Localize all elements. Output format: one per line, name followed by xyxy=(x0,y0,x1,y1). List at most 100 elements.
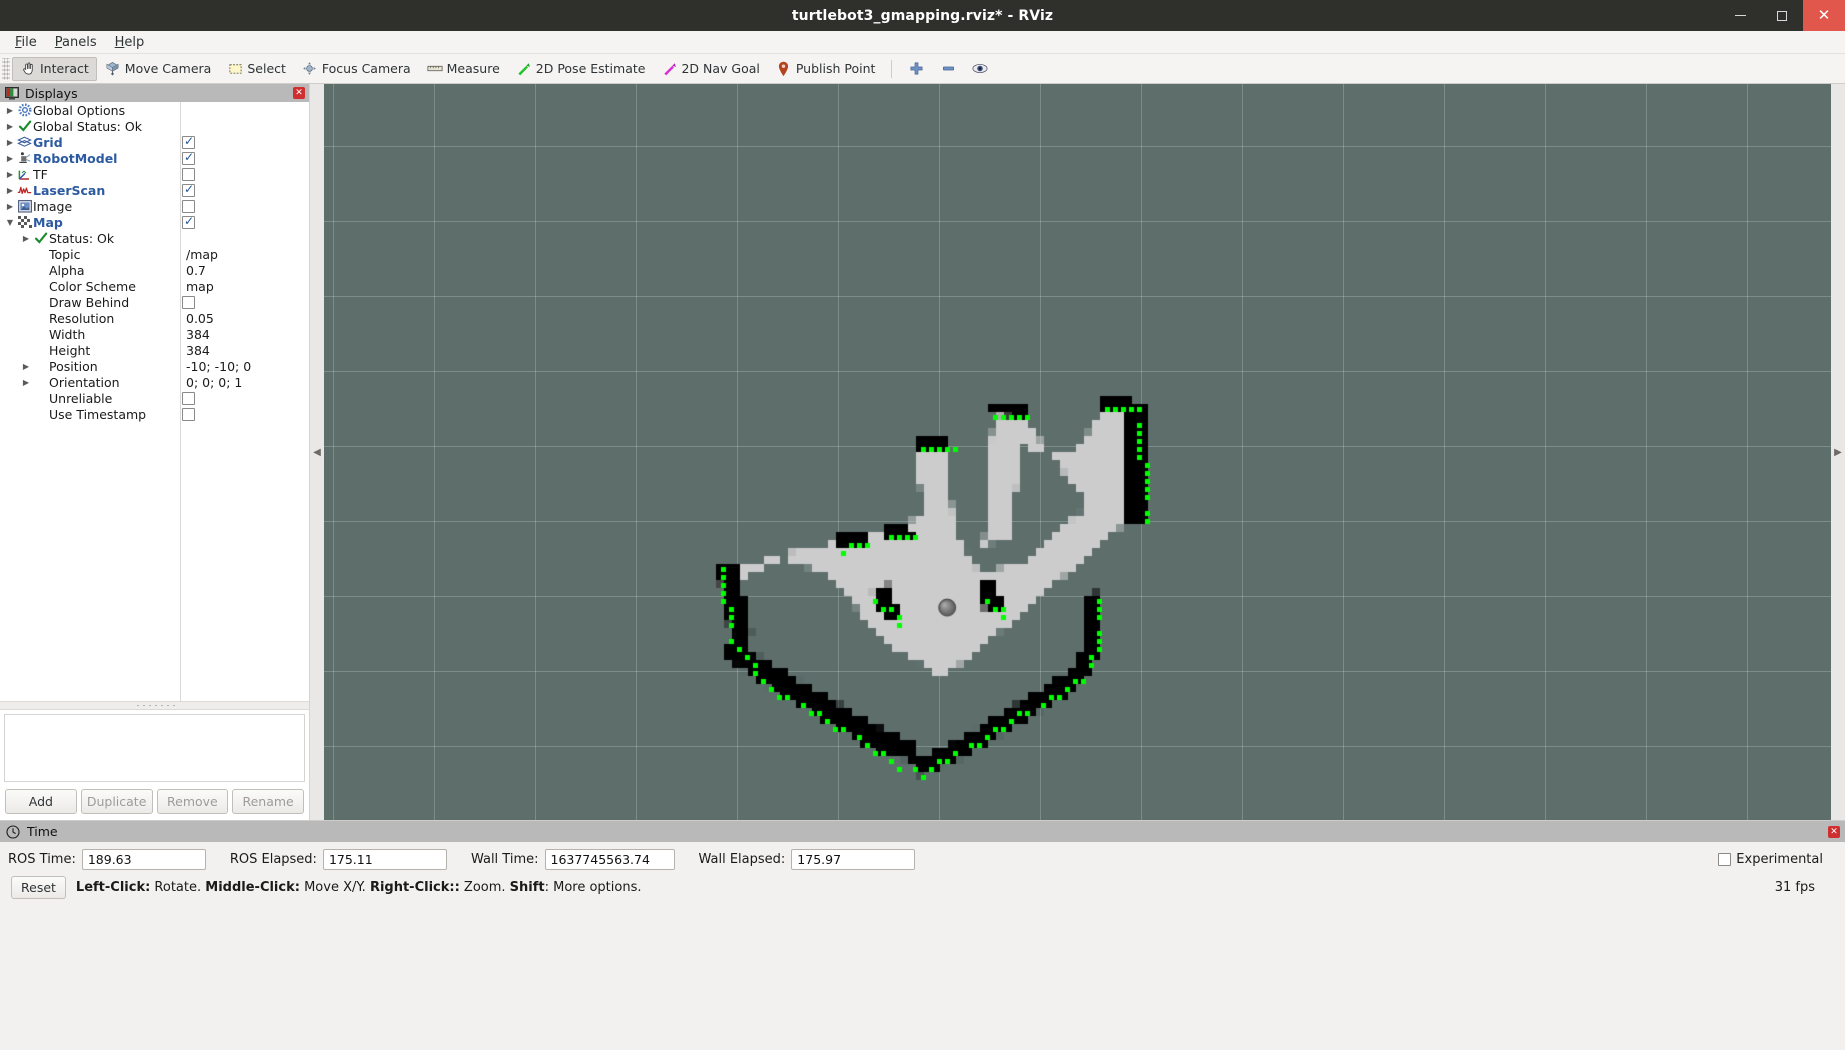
time-panel-body: ROS Time:189.63ROS Elapsed:175.11Wall Ti… xyxy=(0,842,1845,899)
display-row-value[interactable]: 0; 0; 0; 1 xyxy=(186,375,242,390)
tool-2d-pose-estimate[interactable]: 2D Pose Estimate xyxy=(508,57,654,81)
map-pin-icon xyxy=(776,61,792,77)
splitter-grip-icon xyxy=(135,704,175,707)
hint-segment: Middle-Click: xyxy=(205,880,300,895)
display-row-use-timestamp[interactable]: Use Timestamp xyxy=(0,406,309,422)
tool-focus-camera[interactable]: Focus Camera xyxy=(294,57,419,81)
tool-measure[interactable]: Measure xyxy=(419,57,508,81)
display-row-position[interactable]: ▶Position-10; -10; 0 xyxy=(0,358,309,374)
display-enable-checkbox[interactable] xyxy=(182,184,195,197)
hint-segment: Left-Click: xyxy=(76,880,150,895)
displays-tree[interactable]: ▶Global Options▶Global Status: Ok▶Grid▶R… xyxy=(0,102,309,701)
add-button[interactable]: Add xyxy=(5,789,77,814)
display-row-label: Color Scheme xyxy=(49,279,136,294)
chevron-right-icon: ▶ xyxy=(4,150,16,166)
add-tool-button[interactable] xyxy=(900,57,932,81)
display-row-resolution[interactable]: Resolution0.05 xyxy=(0,310,309,326)
tool-publish-point[interactable]: Publish Point xyxy=(768,57,884,81)
wall-elapsed-label: Wall Elapsed: xyxy=(699,852,786,867)
display-row-laserscan[interactable]: ▶LaserScan xyxy=(0,182,309,198)
display-row-unreliable[interactable]: Unreliable xyxy=(0,390,309,406)
display-enable-checkbox[interactable] xyxy=(182,200,195,213)
right-collapse-handle[interactable]: ▶ xyxy=(1831,84,1845,820)
wall-time-field[interactable]: 1637745563.74 xyxy=(545,849,675,870)
tree-icon-placeholder xyxy=(32,374,49,390)
display-enable-checkbox[interactable] xyxy=(182,392,195,405)
display-row-alpha[interactable]: Alpha0.7 xyxy=(0,262,309,278)
menu-panels[interactable]: Panels xyxy=(46,33,106,52)
move-camera-icon xyxy=(105,61,121,77)
close-button[interactable]: ✕ xyxy=(1803,0,1845,31)
tool-select[interactable]: Select xyxy=(219,57,294,81)
time-panel-header: Time ✕ xyxy=(0,820,1845,842)
toolbar-drag-handle[interactable] xyxy=(2,58,10,80)
display-enable-checkbox[interactable] xyxy=(182,168,195,181)
displays-panel-title: Displays xyxy=(25,86,78,101)
tree-arrow-placeholder xyxy=(20,246,32,262)
menu-file[interactable]: File xyxy=(6,33,46,52)
tool-2d-nav-goal[interactable]: 2D Nav Goal xyxy=(653,57,767,81)
experimental-toggle[interactable]: Experimental xyxy=(1718,852,1823,867)
display-row-tf[interactable]: ▶TF xyxy=(0,166,309,182)
laserscan-icon xyxy=(16,182,33,198)
checkmark-icon xyxy=(16,118,33,134)
display-row-width[interactable]: Width384 xyxy=(0,326,309,342)
menu-help[interactable]: Help xyxy=(106,33,154,52)
display-row-value[interactable]: 0.05 xyxy=(186,311,214,326)
display-row-value[interactable]: 384 xyxy=(186,343,210,358)
display-row-map[interactable]: ▼Map xyxy=(0,214,309,230)
display-row-label: Use Timestamp xyxy=(49,407,146,422)
reset-button[interactable]: Reset xyxy=(11,876,66,899)
tool-select-label: Select xyxy=(247,61,286,76)
fps-counter: 31 fps xyxy=(1775,880,1815,895)
tool-interact[interactable]: Interact xyxy=(12,57,97,81)
display-enable-checkbox[interactable] xyxy=(182,408,195,421)
tool-move-camera[interactable]: Move Camera xyxy=(97,57,220,81)
experimental-checkbox[interactable] xyxy=(1718,853,1731,866)
display-row-global-options[interactable]: ▶Global Options xyxy=(0,102,309,118)
display-row-value[interactable]: map xyxy=(186,279,214,294)
display-row-robotmodel[interactable]: ▶RobotModel xyxy=(0,150,309,166)
display-row-status-ok[interactable]: ▶Status: Ok xyxy=(0,230,309,246)
display-row-draw-behind[interactable]: Draw Behind xyxy=(0,294,309,310)
3d-viewport[interactable] xyxy=(324,84,1831,820)
gear-icon xyxy=(16,102,33,118)
wall-elapsed-field[interactable]: 175.97 xyxy=(791,849,915,870)
ros-elapsed-field[interactable]: 175.11 xyxy=(323,849,447,870)
display-row-label: Position xyxy=(49,359,98,374)
display-row-value[interactable]: /map xyxy=(186,247,218,262)
displays-panel-splitter[interactable] xyxy=(0,701,309,710)
display-row-value[interactable]: 384 xyxy=(186,327,210,342)
display-enable-checkbox[interactable] xyxy=(182,152,195,165)
display-row-orientation[interactable]: ▶Orientation0; 0; 0; 1 xyxy=(0,374,309,390)
display-row-image[interactable]: ▶Image xyxy=(0,198,309,214)
display-row-color-scheme[interactable]: Color Scheme map xyxy=(0,278,309,294)
left-collapse-handle[interactable]: ◀ xyxy=(310,84,324,820)
display-row-label: LaserScan xyxy=(33,183,105,198)
minimize-button[interactable] xyxy=(1719,0,1761,31)
display-row-grid[interactable]: ▶Grid xyxy=(0,134,309,150)
display-row-value[interactable]: 0.7 xyxy=(186,263,206,278)
display-enable-checkbox[interactable] xyxy=(182,136,195,149)
wall-time-label: Wall Time: xyxy=(471,852,539,867)
maximize-button[interactable] xyxy=(1761,0,1803,31)
tree-arrow-placeholder xyxy=(20,342,32,358)
display-row-value[interactable]: -10; -10; 0 xyxy=(186,359,251,374)
remove-tool-button[interactable] xyxy=(932,57,964,81)
add-button-label: Add xyxy=(29,794,53,809)
tree-arrow-placeholder xyxy=(20,262,32,278)
displays-panel-close-icon[interactable]: ✕ xyxy=(293,87,305,99)
tree-icon-placeholder xyxy=(32,294,49,310)
hand-pointer-icon xyxy=(20,61,36,77)
time-panel-close-icon[interactable]: ✕ xyxy=(1828,826,1840,838)
tree-arrow-placeholder xyxy=(20,406,32,422)
chevron-right-icon: ▶ xyxy=(20,374,32,390)
toggle-visibility-button[interactable] xyxy=(964,57,996,81)
display-row-height[interactable]: Height384 xyxy=(0,342,309,358)
display-enable-checkbox[interactable] xyxy=(182,296,195,309)
display-row-topic[interactable]: Topic/map xyxy=(0,246,309,262)
display-enable-checkbox[interactable] xyxy=(182,216,195,229)
ros-time-field[interactable]: 189.63 xyxy=(82,849,206,870)
chevron-down-icon: ▼ xyxy=(4,214,16,230)
display-row-global-status-ok[interactable]: ▶Global Status: Ok xyxy=(0,118,309,134)
